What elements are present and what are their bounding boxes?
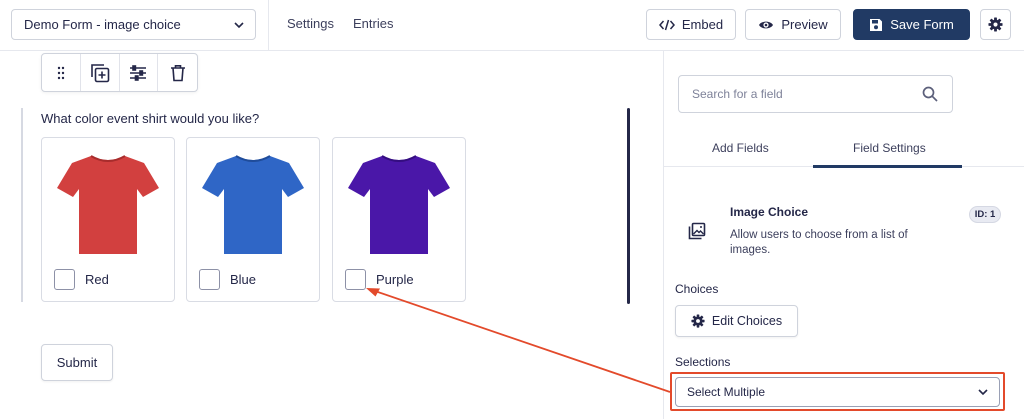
field-settings-button[interactable] [120,54,159,91]
gear-icon [988,17,1003,32]
delete-button[interactable] [158,54,197,91]
trash-icon [170,64,185,81]
form-selector-value: Demo Form - image choice [24,17,181,32]
duplicate-button[interactable] [81,54,120,91]
field-question-label: What color event shirt would you like? [41,111,260,126]
header-divider [268,0,269,51]
choice-checkbox-blue[interactable] [199,269,220,290]
choice-label-blue: Blue [230,272,257,287]
choice-card-red[interactable]: Red [41,137,175,302]
save-form-label: Save Form [890,17,954,32]
field-id-badge: ID: 1 [969,206,1001,223]
nav-settings[interactable]: Settings [287,16,334,31]
eye-icon [759,21,774,28]
chevron-down-icon [234,22,244,29]
red-tshirt-image [57,155,159,254]
field-toolbar [41,53,198,92]
choice-checkbox-purple[interactable] [345,269,366,290]
choices-section-label: Choices [675,282,719,296]
selections-dropdown[interactable]: Select Multiple [675,377,1000,407]
code-icon [658,19,675,30]
blue-tshirt-image [202,155,304,254]
top-bar: Demo Form - image choice Settings Entrie… [0,0,1024,51]
tab-add-fields[interactable]: Add Fields [712,141,769,155]
form-selector[interactable]: Demo Form - image choice [11,9,256,40]
field-search-input[interactable]: Search for a field [678,75,953,113]
field-type-title: Image Choice [730,205,809,219]
choice-checkbox-red[interactable] [54,269,75,290]
preview-button[interactable]: Preview [745,9,841,40]
field-selection-outline-left [21,108,23,302]
field-selection-outline-right [627,108,630,304]
chevron-down-icon [978,389,988,396]
settings-sliders-icon [130,64,147,81]
drag-handle-icon [57,66,65,79]
nav-entries[interactable]: Entries [353,16,393,31]
settings-button[interactable] [980,9,1011,40]
selections-value: Select Multiple [687,385,766,399]
floppy-disk-icon [870,18,883,31]
selections-section-label: Selections [675,355,731,369]
gear-icon [691,314,705,328]
embed-button[interactable]: Embed [646,9,736,40]
choice-label-purple: Purple [376,272,414,287]
tab-field-settings[interactable]: Field Settings [853,141,926,155]
edit-choices-label: Edit Choices [711,314,783,328]
choice-card-purple[interactable]: Purple [332,137,466,302]
save-form-button[interactable]: Save Form [853,9,970,40]
image-icon [688,222,706,240]
preview-label: Preview [781,17,828,32]
choice-card-blue[interactable]: Blue [186,137,320,302]
submit-button[interactable]: Submit [41,344,113,381]
tab-active-indicator [813,165,962,168]
purple-tshirt-image [348,155,450,254]
drag-handle-button[interactable] [42,54,81,91]
choice-label-red: Red [85,272,109,287]
field-search-placeholder: Search for a field [692,87,783,101]
field-type-description: Allow users to choose from a list of ima… [730,229,908,256]
embed-label: Embed [681,17,724,32]
search-icon [922,86,938,102]
edit-choices-button[interactable]: Edit Choices [675,305,798,337]
duplicate-icon [90,63,109,82]
